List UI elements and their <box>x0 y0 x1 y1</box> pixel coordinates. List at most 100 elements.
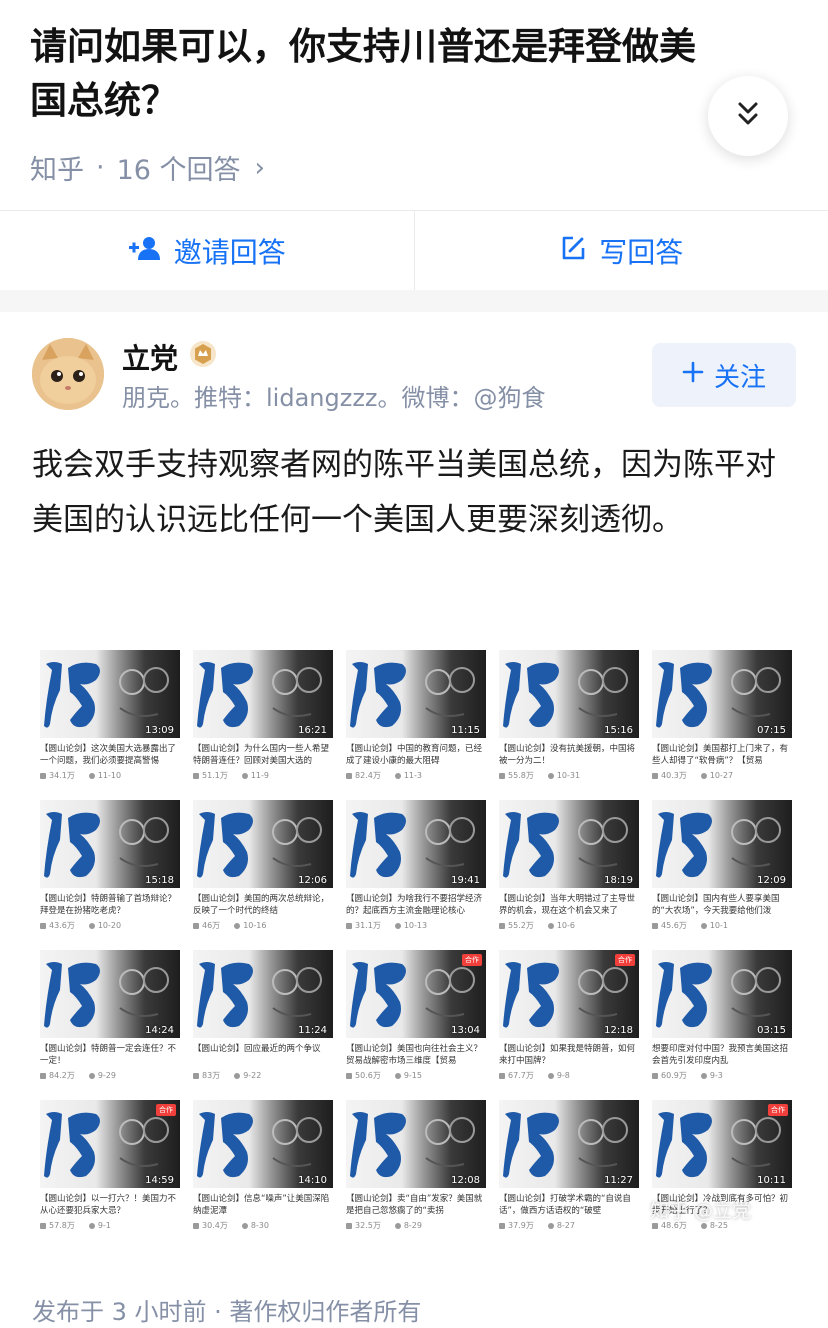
video-card[interactable]: 13:04 合作 【圆山论剑】美国也向往社会主义？贸易战解密市场三维度【贸易 50.6… <box>346 950 486 1088</box>
upload-date: 10-20 <box>97 921 122 930</box>
video-title[interactable]: 【圆山论剑】卖“自由”发家？美国就是把自己忽悠瘸了的“卖拐 <box>346 1193 486 1217</box>
video-thumbnail[interactable]: 15:16 <box>499 650 639 738</box>
video-card[interactable]: 03:15 想要印度对付中国？我预言美国这招会首先引发印度内乱 60.9万 9-3 <box>652 950 792 1088</box>
video-stats: 37.9万 8-27 <box>499 1220 639 1231</box>
video-thumbnail[interactable]: 10:11 合作 <box>652 1100 792 1188</box>
follow-button[interactable]: 关注 <box>652 343 796 407</box>
view-count: 43.6万 <box>49 921 75 930</box>
question-meta[interactable]: 知乎 · 16 个回答 › <box>30 148 265 187</box>
video-card[interactable]: 12:08 【圆山论剑】卖“自由”发家？美国就是把自己忽悠瘸了的“卖拐 32.5万 8… <box>346 1100 486 1238</box>
video-card[interactable]: 13:09 【圆山论剑】这次美国大选暴露出了一个问题，我们必须要提高警惕 34.1万… <box>40 650 180 788</box>
upload-date: 9-1 <box>97 1221 111 1230</box>
author-name[interactable]: 立党 <box>122 337 218 377</box>
video-card[interactable]: 14:59 合作【圆山论剑】以一打六？！美国力不从心还要犯兵家大忌？ 57.8万 9-… <box>40 1100 180 1238</box>
video-thumbnail[interactable]: 12:18 合作 <box>499 950 639 1038</box>
video-card[interactable]: 12:09 【圆山论剑】国内有些人要享美国的“大农场”，今天我要给他们泼 45.6万… <box>652 800 792 938</box>
video-title[interactable]: 【圆山论剑】特朗普输了首场辩论？拜登是在扮猪吃老虎？ <box>40 893 180 917</box>
video-thumbnail[interactable]: 16:21 <box>193 650 333 738</box>
video-duration: 16:21 <box>298 725 327 736</box>
badge-icon <box>188 339 218 376</box>
play-count-icon <box>40 922 46 929</box>
video-thumbnail[interactable]: 15:18 <box>40 800 180 888</box>
video-card[interactable]: 14:10 【圆山论剑】信息“噪声”让美国深陷纳虚泥潭 30.4万 8-30 <box>193 1100 333 1238</box>
video-card[interactable]: 11:15 【圆山论剑】中国的教育问题，已经成了建设小康的最大阻碍 82.4万 11-… <box>346 650 486 788</box>
video-thumbnail[interactable]: 11:27 <box>499 1100 639 1188</box>
video-thumbnail[interactable]: 14:10 <box>193 1100 333 1188</box>
video-title[interactable]: 【圆山论剑】国内有些人要享美国的“大农场”，今天我要给他们泼 <box>652 893 792 917</box>
edit-icon <box>559 234 587 269</box>
view-count: 46万 <box>202 921 221 930</box>
video-duration: 13:04 <box>451 1025 480 1036</box>
video-thumbnail[interactable]: 12:09 <box>652 800 792 888</box>
video-thumbnail[interactable]: 19:41 <box>346 800 486 888</box>
video-title[interactable]: 【圆山论剑】为啥我行不要招学经济的？起底西方主流金融理论核心 <box>346 893 486 917</box>
video-title[interactable]: 【圆山论剑】没有抗美援朝，中国将被一分为二！ <box>499 743 639 767</box>
upload-date: 10-31 <box>556 771 581 780</box>
write-answer-button[interactable]: 写回答 <box>415 211 828 291</box>
video-stats: 82.4万 11-3 <box>346 770 486 781</box>
video-title[interactable]: 【圆山论剑】信息“噪声”让美国深陷纳虚泥潭 <box>193 1193 333 1217</box>
collab-badge: 合作 <box>615 954 635 966</box>
video-card[interactable]: 12:06 【圆山论剑】美国的两次总统辩论，反映了一个时代的终结 46万 10-16 <box>193 800 333 938</box>
video-title[interactable]: 【圆山论剑】特朗普一定会连任？不一定！ <box>40 1043 180 1067</box>
video-duration: 14:24 <box>145 1025 174 1036</box>
video-thumbnail[interactable]: 18:19 <box>499 800 639 888</box>
video-thumbnail[interactable]: 14:59 合作 <box>40 1100 180 1188</box>
question-title[interactable]: 请问如果可以，你支持川普还是拜登做美国总统？ <box>30 20 730 128</box>
video-title[interactable]: 想要印度对付中国？我预言美国这招会首先引发印度内乱 <box>652 1043 792 1067</box>
video-stats: 40.3万 10-27 <box>652 770 792 781</box>
video-card[interactable]: 15:18 【圆山论剑】特朗普输了首场辩论？拜登是在扮猪吃老虎？ 43.6万 10-2… <box>40 800 180 938</box>
play-count-icon <box>499 1222 505 1229</box>
video-thumbnail[interactable]: 14:24 <box>40 950 180 1038</box>
play-count-icon <box>193 1072 199 1079</box>
video-card[interactable]: 16:21 【圆山论剑】为什么国内一些人希望特朗普连任？回顾对美国大选的 51.1万… <box>193 650 333 788</box>
video-thumbnail[interactable]: 12:06 <box>193 800 333 888</box>
video-thumbnail[interactable]: 03:15 <box>652 950 792 1038</box>
video-thumbnail[interactable]: 07:15 <box>652 650 792 738</box>
author-bio: 朋克。推特：lidangzzz。微博：@狗食 <box>122 384 546 412</box>
clock-icon <box>241 772 248 779</box>
clock-icon <box>241 1222 248 1229</box>
view-count: 67.7万 <box>508 1071 534 1080</box>
video-title[interactable]: 【圆山论剑】美国的两次总统辩论，反映了一个时代的终结 <box>193 893 333 917</box>
video-thumbnail[interactable]: 12:08 <box>346 1100 486 1188</box>
video-card[interactable]: 15:16 【圆山论剑】没有抗美援朝，中国将被一分为二！ 55.8万 10-31 <box>499 650 639 788</box>
video-title[interactable]: 【圆山论剑】中国的教育问题，已经成了建设小康的最大阻碍 <box>346 743 486 767</box>
video-title[interactable]: 【圆山论剑】美国都打上门来了，有些人却得了“软骨病”？【贸易 <box>652 743 792 767</box>
video-title[interactable]: 【圆山论剑】这次美国大选暴露出了一个问题，我们必须要提高警惕 <box>40 743 180 767</box>
video-card[interactable]: 12:18 合作 【圆山论剑】如果我是特朗普，如何来打中国牌？ 67.7万 9-8 <box>499 950 639 1088</box>
add-user-icon <box>128 235 162 268</box>
video-title[interactable]: 【圆山论剑】为什么国内一些人希望特朗普连任？回顾对美国大选的 <box>193 743 333 767</box>
video-title[interactable]: 【圆山论剑】当年大明错过了主导世界的机会，现在这个机会又来了 <box>499 893 639 917</box>
video-card[interactable]: 19:41 【圆山论剑】为啥我行不要招学经济的？起底西方主流金融理论核心 31.1万… <box>346 800 486 938</box>
video-title[interactable]: 【圆山论剑】以一打六？！美国力不从心还要犯兵家大忌？ <box>40 1193 180 1217</box>
collapse-button[interactable] <box>708 76 788 156</box>
video-duration: 10:11 <box>757 1175 786 1186</box>
clock-icon <box>547 1072 554 1079</box>
clock-icon <box>700 1072 707 1079</box>
view-count: 32.5万 <box>355 1221 381 1230</box>
video-title[interactable]: 【圆山论剑】回应最近的两个争议 <box>193 1043 333 1067</box>
video-stats: 30.4万 8-30 <box>193 1220 333 1231</box>
video-thumbnail[interactable]: 11:15 <box>346 650 486 738</box>
video-title[interactable]: 【圆山论剑】美国也向往社会主义？贸易战解密市场三维度【贸易 <box>346 1043 486 1067</box>
play-count-icon <box>40 1222 46 1229</box>
video-card[interactable]: 11:27 【圆山论剑】打破学术霸的“自说自话”，做西方话语权的“破壁 37.9万 8… <box>499 1100 639 1238</box>
video-thumbnail[interactable]: 11:24 <box>193 950 333 1038</box>
video-thumbnail[interactable]: 13:09 <box>40 650 180 738</box>
video-thumbnail[interactable]: 13:04 合作 <box>346 950 486 1038</box>
video-title[interactable]: 【圆山论剑】如果我是特朗普，如何来打中国牌？ <box>499 1043 639 1067</box>
video-duration: 12:09 <box>757 875 786 886</box>
video-card[interactable]: 18:19 【圆山论剑】当年大明错过了主导世界的机会，现在这个机会又来了 55.2万… <box>499 800 639 938</box>
upload-date: 10-13 <box>403 921 428 930</box>
upload-date: 8-29 <box>403 1221 422 1230</box>
video-card[interactable]: 11:24 【圆山论剑】回应最近的两个争议 83万 9-22 <box>193 950 333 1088</box>
video-card[interactable]: 14:24 【圆山论剑】特朗普一定会连任？不一定！ 84.2万 9-29 <box>40 950 180 1088</box>
avatar[interactable] <box>32 338 104 410</box>
video-stats: 57.8万 9-1 <box>40 1220 180 1231</box>
video-card[interactable]: 07:15 【圆山论剑】美国都打上门来了，有些人却得了“软骨病”？【贸易 40.3万… <box>652 650 792 788</box>
clock-icon <box>234 1072 241 1079</box>
invite-answer-button[interactable]: 邀请回答 <box>0 211 414 291</box>
video-title[interactable]: 【圆山论剑】打破学术霸的“自说自话”，做西方话语权的“破壁 <box>499 1193 639 1217</box>
video-duration: 15:18 <box>145 875 174 886</box>
